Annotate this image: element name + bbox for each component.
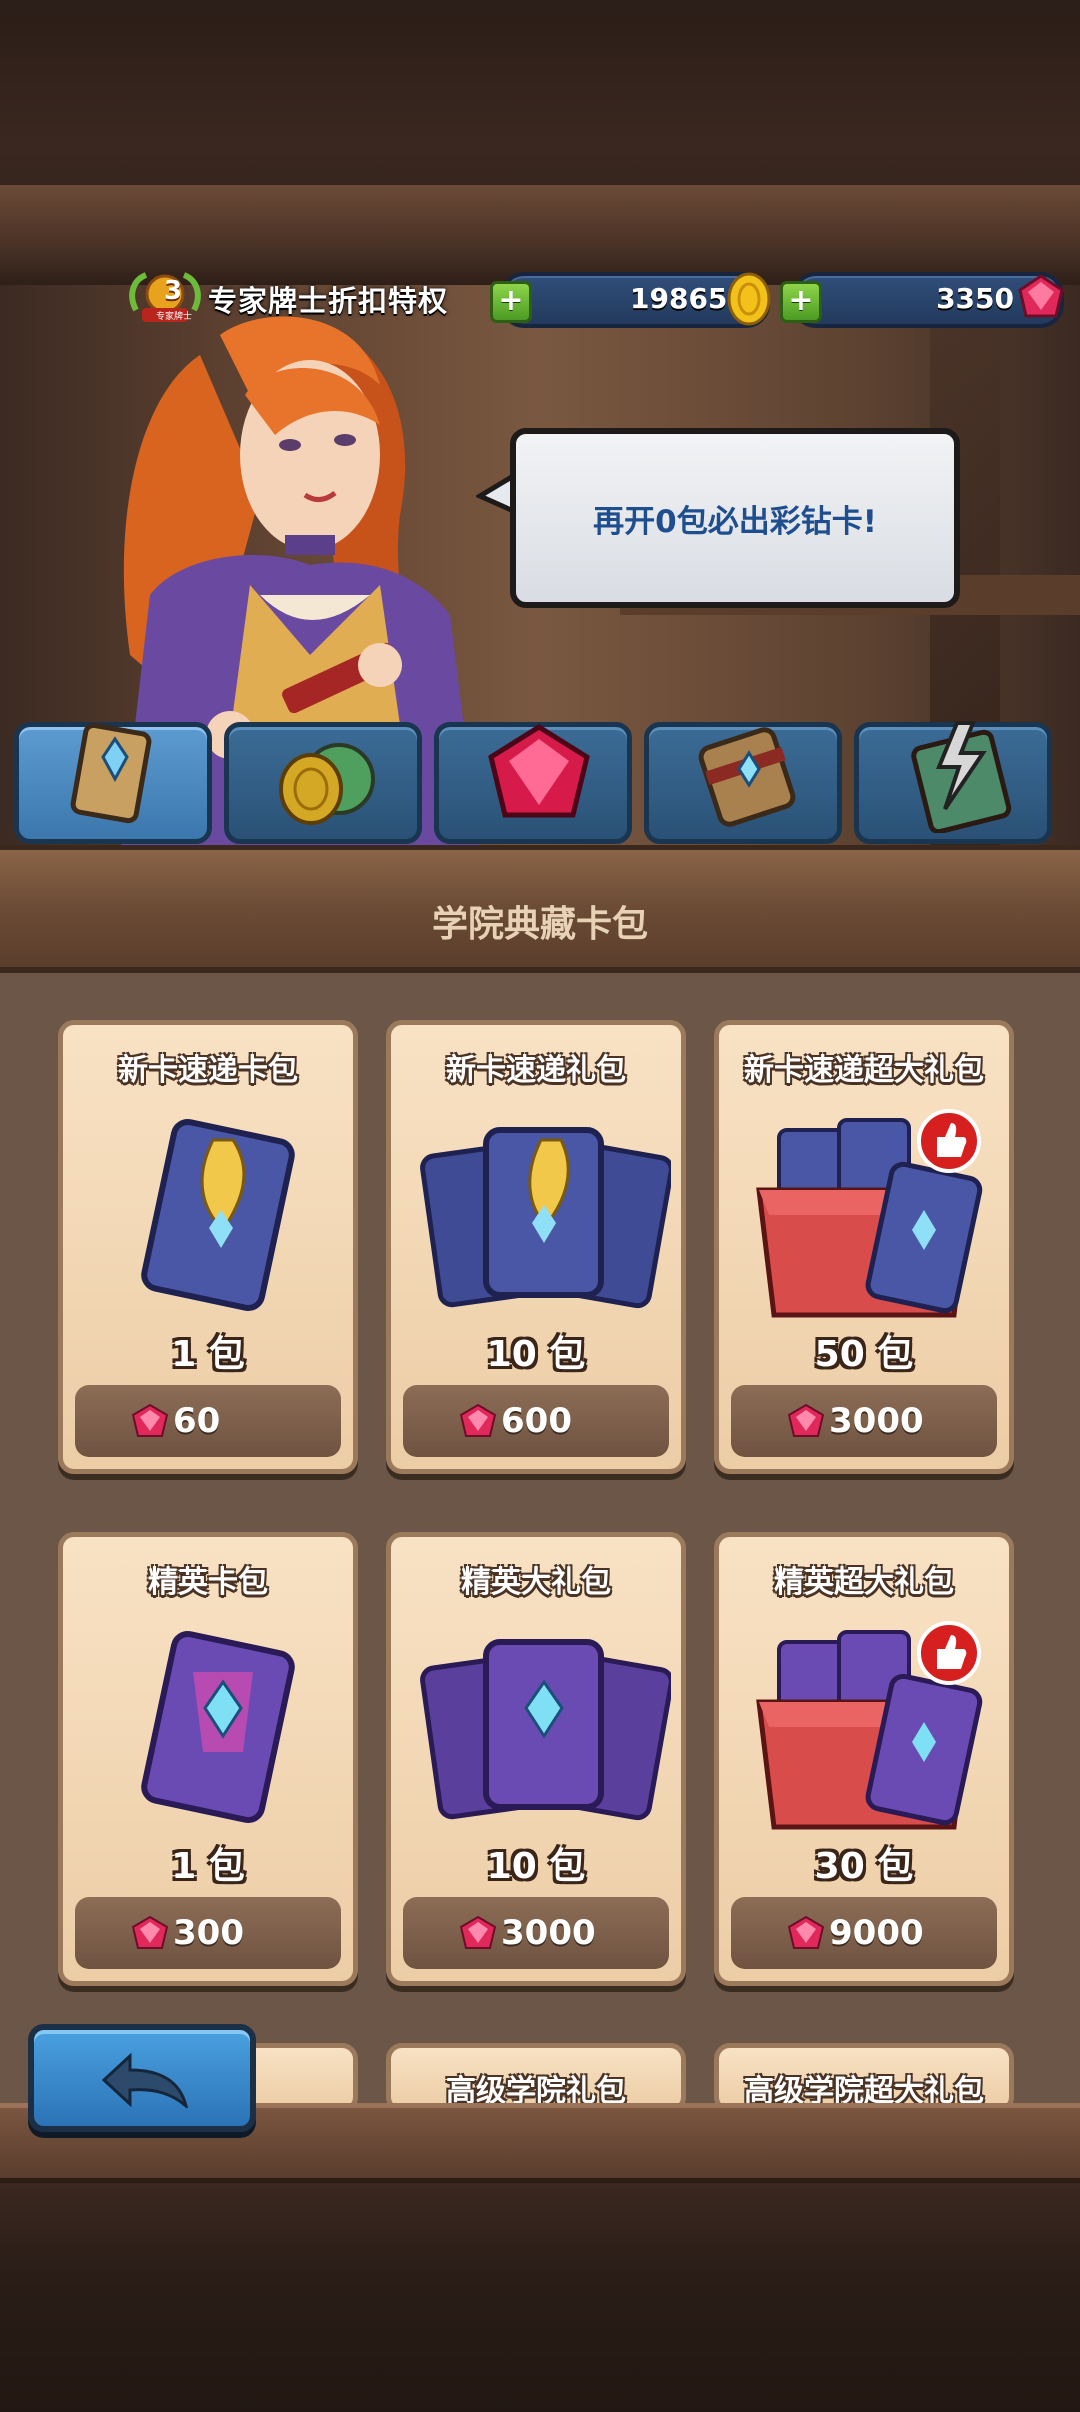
pack-price: 60 bbox=[173, 1401, 221, 1441]
pack-price: 9000 bbox=[829, 1913, 924, 1953]
tab-bundles[interactable] bbox=[644, 722, 842, 844]
section-title: 学院典藏卡包 bbox=[431, 904, 648, 945]
pack-title: 精英卡包 bbox=[148, 1565, 268, 1600]
pack-count: 10 包 bbox=[486, 1334, 586, 1375]
pack-price: 300 bbox=[173, 1913, 244, 1953]
pack-title: 新卡速递超大礼包 bbox=[744, 1053, 984, 1088]
gem-icon bbox=[459, 1915, 497, 1949]
pack-price: 3000 bbox=[501, 1913, 596, 1953]
npc-speech-bubble: 再开0包必出彩钻卡! bbox=[510, 428, 960, 608]
buy-button[interactable]: 9000 bbox=[731, 1897, 997, 1969]
pack-title: 精英超大礼包 bbox=[774, 1565, 954, 1600]
tab-gems[interactable] bbox=[434, 722, 632, 844]
npc-speech-text: 再开0包必出彩钻卡! bbox=[593, 503, 877, 540]
tab-gold[interactable] bbox=[224, 722, 422, 844]
purple-card-pack-icon bbox=[141, 1630, 295, 1824]
gem-icon bbox=[787, 1915, 825, 1949]
pack-count: 30 包 bbox=[814, 1846, 914, 1887]
blue-card-bundle-icon bbox=[420, 1127, 671, 1309]
add-gold-button[interactable]: + bbox=[490, 281, 532, 323]
pack-card[interactable]: 新卡速递卡包 1 包 60 bbox=[58, 1020, 358, 1474]
blue-card-pack-icon bbox=[141, 1118, 295, 1312]
pack-card[interactable]: 新卡速递礼包 10 包 600 bbox=[386, 1020, 686, 1474]
gem-icon bbox=[1018, 274, 1064, 318]
gem-amount: 3350 bbox=[936, 282, 1014, 315]
hot-recommend-badge-icon bbox=[917, 1621, 981, 1685]
gold-coin-icon bbox=[727, 272, 771, 326]
pack-count: 50 包 bbox=[814, 1334, 914, 1375]
card-pack-icon bbox=[70, 722, 152, 824]
buy-button[interactable]: 300 bbox=[75, 1897, 341, 1969]
gold-coin-icon bbox=[279, 743, 375, 825]
tab-card-packs[interactable] bbox=[14, 722, 212, 844]
pack-card[interactable]: 新卡速递超大礼包 50 包 3000 bbox=[714, 1020, 1014, 1474]
add-gems-button[interactable]: + bbox=[780, 281, 822, 323]
scroll-pack-icon bbox=[698, 727, 796, 827]
gem-icon bbox=[131, 1915, 169, 1949]
pack-card[interactable]: 精英卡包 1 包 300 bbox=[58, 1532, 358, 1986]
gem-icon bbox=[459, 1403, 497, 1437]
hot-recommend-badge-icon bbox=[917, 1109, 981, 1173]
gold-amount: 19865 bbox=[630, 282, 728, 315]
tab-special[interactable] bbox=[854, 721, 1052, 844]
pack-price: 600 bbox=[501, 1401, 572, 1441]
buy-button[interactable]: 600 bbox=[403, 1385, 669, 1457]
top-frame-trim bbox=[0, 185, 1080, 249]
lightning-card-icon bbox=[911, 721, 1012, 833]
gem-icon bbox=[488, 724, 590, 818]
pack-price: 3000 bbox=[829, 1401, 924, 1441]
vip-level: 3 bbox=[163, 276, 183, 306]
back-arrow-icon bbox=[101, 2052, 189, 2108]
bottom-frame bbox=[0, 2183, 1080, 2412]
vip-privilege-label[interactable]: 专家牌士折扣特权 bbox=[208, 278, 448, 320]
pack-title: 新卡速递卡包 bbox=[118, 1053, 298, 1088]
pack-count: 10 包 bbox=[486, 1846, 586, 1887]
vip-badge-label: 专家牌士 bbox=[155, 312, 192, 322]
buy-button[interactable]: 60 bbox=[75, 1385, 341, 1457]
pack-title: 精英大礼包 bbox=[461, 1565, 611, 1600]
buy-button[interactable]: 3000 bbox=[403, 1897, 669, 1969]
pack-count: 1 包 bbox=[171, 1334, 245, 1375]
gem-icon bbox=[787, 1403, 825, 1437]
pack-card[interactable]: 精英超大礼包 30 包 9000 bbox=[714, 1532, 1014, 1986]
pack-title: 新卡速递礼包 bbox=[446, 1053, 626, 1088]
gem-icon bbox=[131, 1403, 169, 1437]
pack-count: 1 包 bbox=[171, 1846, 245, 1887]
pack-card[interactable]: 精英大礼包 10 包 3000 bbox=[386, 1532, 686, 1986]
back-button[interactable] bbox=[28, 2024, 256, 2132]
buy-button[interactable]: 3000 bbox=[731, 1385, 997, 1457]
purple-card-bundle-icon bbox=[420, 1639, 671, 1821]
